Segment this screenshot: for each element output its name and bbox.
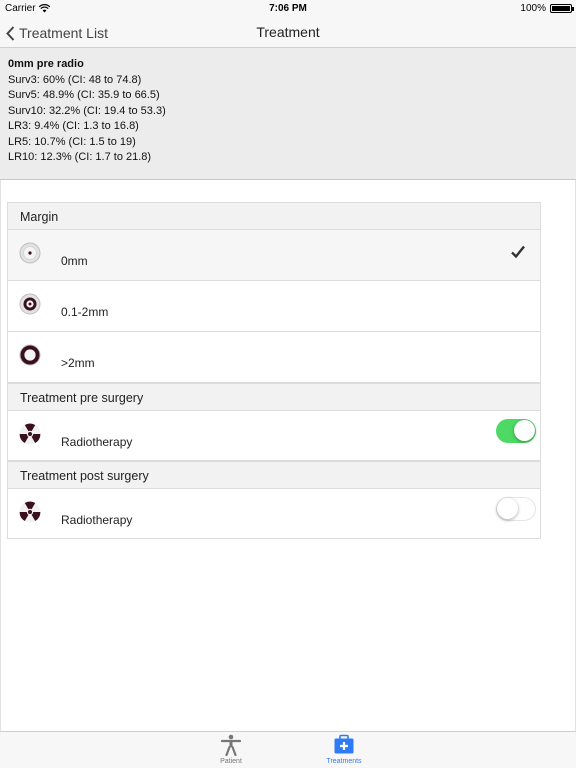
- summary-heading: 0mm pre radio: [8, 58, 84, 70]
- margin-0mm-icon: [19, 242, 41, 264]
- checkmark-icon: [511, 245, 525, 259]
- tab-label: Patient: [220, 758, 242, 765]
- tab-bar: Patient Treatments: [0, 731, 576, 768]
- radiation-icon: [19, 423, 41, 445]
- pre-surgery-radiotherapy-toggle[interactable]: [496, 419, 536, 443]
- post-surgery-radiotherapy-row: Radiotherapy: [7, 489, 541, 539]
- summary-line: LR10: 12.3% (CI: 1.7 to 21.8): [8, 151, 152, 163]
- medical-kit-icon: [334, 734, 354, 754]
- battery-indicator: 100%: [520, 3, 574, 14]
- margin-option-0mm[interactable]: 0mm: [7, 230, 541, 281]
- pre-surgery-radiotherapy-row: Radiotherapy: [7, 411, 541, 461]
- treatment-label: Radiotherapy: [61, 435, 133, 449]
- summary-line: Surv5: 48.9% (CI: 35.9 to 66.5): [8, 89, 160, 101]
- clock: 7:06 PM: [269, 3, 307, 14]
- margin-0-1-2mm-icon: [19, 293, 41, 315]
- summary-line: LR3: 9.4% (CI: 1.3 to 16.8): [8, 120, 139, 132]
- margin-option-0-1-2mm[interactable]: 0.1-2mm: [7, 281, 541, 332]
- margin-option-label: >2mm: [61, 356, 95, 370]
- post-surgery-section-header: Treatment post surgery: [7, 461, 541, 489]
- tab-treatments[interactable]: Treatments: [314, 734, 374, 768]
- margin-option-over-2mm[interactable]: >2mm: [7, 332, 541, 383]
- radiation-icon: [19, 501, 41, 523]
- prognosis-summary: 0mm pre radio Surv3: 60% (CI: 48 to 74.8…: [0, 48, 576, 180]
- navigation-bar: Treatment List Treatment: [0, 18, 576, 48]
- person-icon: [220, 734, 242, 756]
- summary-line: Surv10: 32.2% (CI: 19.4 to 53.3): [8, 104, 166, 117]
- margin-over-2mm-icon: [19, 344, 41, 366]
- tab-patient[interactable]: Patient: [201, 734, 261, 768]
- page-title: Treatment: [256, 24, 320, 40]
- treatment-label: Radiotherapy: [61, 513, 133, 527]
- post-surgery-radiotherapy-toggle[interactable]: [496, 497, 536, 521]
- margin-option-label: 0.1-2mm: [61, 305, 109, 319]
- tab-label: Treatments: [326, 758, 362, 765]
- margin-section-header: Margin: [7, 202, 541, 230]
- status-bar: Carrier 7:06 PM 100%: [0, 0, 576, 18]
- battery-icon: [550, 4, 574, 13]
- margin-option-label: 0mm: [61, 254, 88, 268]
- battery-percent: 100%: [520, 3, 546, 14]
- summary-line: Surv3: 60% (CI: 48 to 74.8): [8, 73, 142, 86]
- summary-line: LR5: 10.7% (CI: 1.5 to 19): [8, 135, 136, 148]
- pre-surgery-section-header: Treatment pre surgery: [7, 383, 541, 411]
